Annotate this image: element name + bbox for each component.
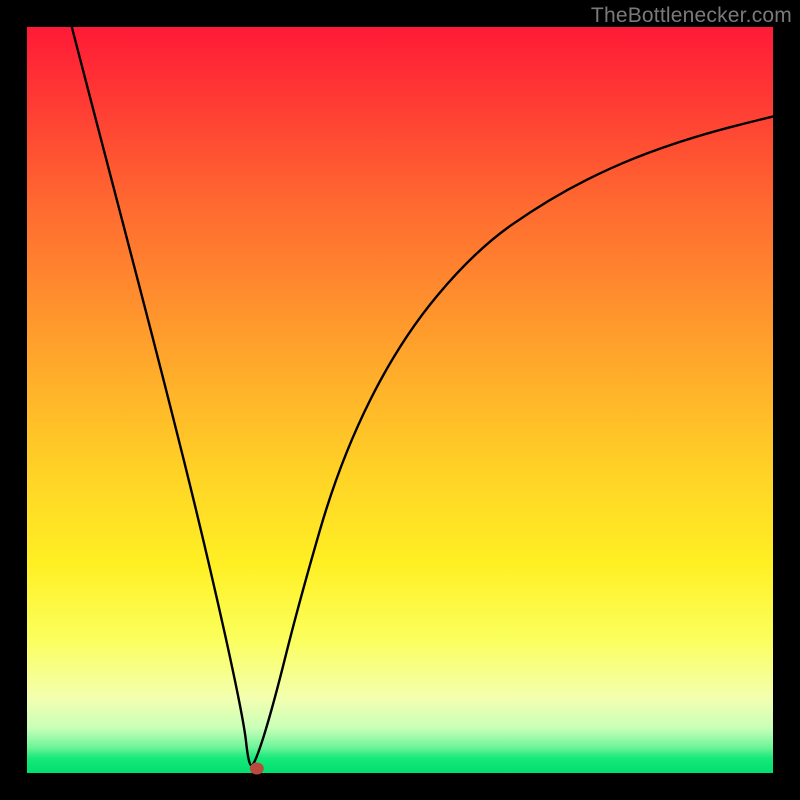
watermark-label: TheBottlenecker.com (591, 4, 792, 28)
bottleneck-curve (72, 27, 773, 766)
chart-container: TheBottlenecker.com (0, 0, 800, 800)
optimum-marker (250, 763, 264, 775)
chart-overlay (27, 27, 773, 773)
